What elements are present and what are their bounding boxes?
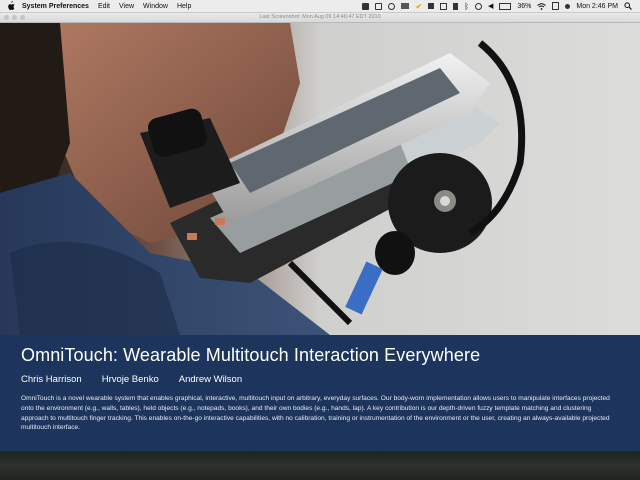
status-menu-icon-2[interactable]	[428, 3, 435, 9]
minimize-window-button[interactable]	[12, 15, 17, 20]
input-menu-icon[interactable]	[552, 2, 560, 10]
volume-icon[interactable]: ◀	[488, 3, 493, 10]
check-icon[interactable]: ✔	[415, 2, 422, 10]
wifi-icon[interactable]	[537, 2, 547, 10]
apple-icon[interactable]	[6, 1, 16, 11]
project-caption: OmniTouch: Wearable Multitouch Interacti…	[0, 335, 640, 451]
zoom-window-button[interactable]	[20, 15, 25, 20]
time-machine-icon[interactable]	[474, 2, 482, 10]
project-abstract: OmniTouch is a novel wearable system tha…	[21, 395, 610, 432]
menu-app-name[interactable]: System Preferences	[22, 3, 89, 10]
background-strip	[0, 451, 640, 480]
battery-icon[interactable]	[499, 2, 512, 10]
user-icon[interactable]	[565, 3, 571, 9]
window-titlebar: Last Screenshot: Mon Aug 09 14:46:47 EDT…	[0, 13, 640, 23]
window-controls	[4, 15, 25, 20]
author-name: Andrew Wilson	[178, 374, 243, 385]
status-menu-icon-4[interactable]	[453, 2, 459, 10]
window-title: Last Screenshot: Mon Aug 09 14:46:47 EDT…	[259, 14, 381, 20]
menu-bar: System Preferences Edit View Window Help…	[0, 0, 640, 13]
menu-view[interactable]: View	[119, 3, 134, 10]
display-icon[interactable]	[401, 3, 410, 9]
hero-photo	[0, 23, 640, 335]
menu-window[interactable]: Window	[143, 3, 168, 10]
wearable-device-photo	[0, 23, 640, 335]
project-title: OmniTouch: Wearable Multitouch Interacti…	[21, 345, 481, 365]
timer-icon[interactable]	[388, 2, 396, 10]
menubar-clock[interactable]: Mon 2:46 PM	[576, 3, 618, 10]
author-name: Hrvoje Benko	[101, 374, 159, 385]
lock-icon[interactable]	[375, 2, 383, 10]
menu-help[interactable]: Help	[177, 3, 191, 10]
bluetooth-icon[interactable]: ᛒ	[464, 2, 469, 10]
status-menu-icon-3[interactable]	[440, 2, 448, 10]
author-list: Chris Harrison Hrvoje Benko Andrew Wilso…	[21, 374, 620, 385]
menu-edit[interactable]: Edit	[98, 3, 110, 10]
author-name: Chris Harrison	[21, 374, 82, 385]
status-menu-icon[interactable]	[362, 2, 370, 10]
spotlight-icon[interactable]	[624, 2, 632, 10]
close-window-button[interactable]	[4, 15, 9, 20]
battery-percent[interactable]: 36%	[517, 3, 531, 10]
